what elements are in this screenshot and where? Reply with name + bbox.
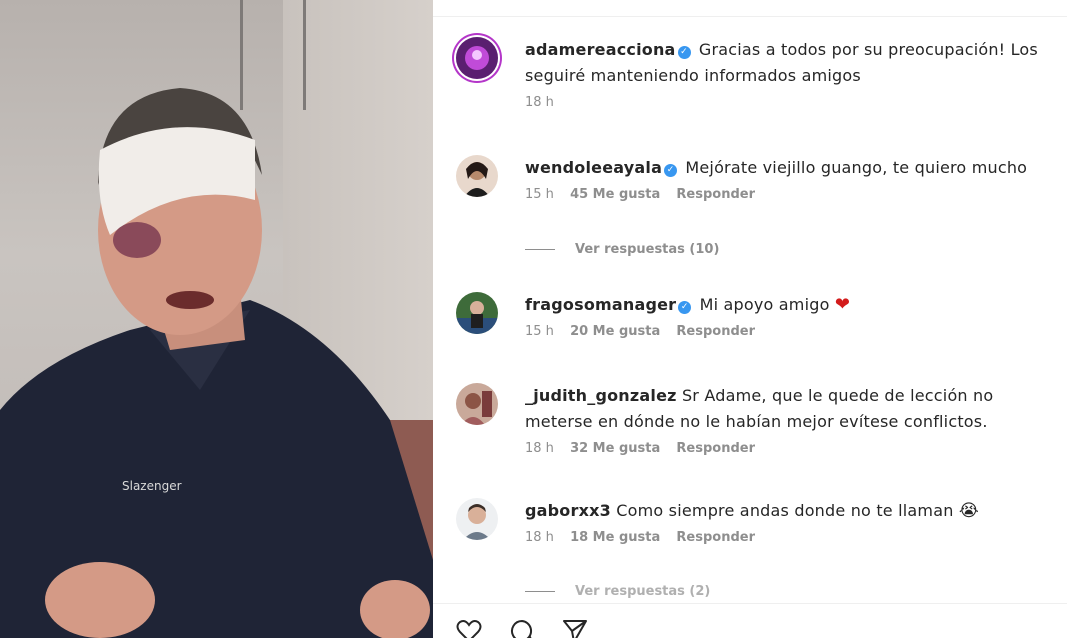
comment-username[interactable]: adamereacciona	[525, 40, 676, 59]
comment-time: 15 h	[525, 187, 554, 202]
share-icon[interactable]	[562, 618, 588, 638]
divider	[433, 603, 1067, 604]
reply-button[interactable]: Responder	[676, 187, 755, 202]
verified-badge-icon: ✓	[677, 46, 691, 59]
view-replies-label: Ver respuestas (10)	[575, 242, 720, 257]
like-count[interactable]: 45 Me gusta	[570, 187, 660, 202]
avatar[interactable]	[456, 292, 498, 334]
post-media[interactable]: Slazenger	[0, 0, 433, 638]
reply-button[interactable]: Responder	[676, 530, 755, 545]
view-replies-label: Ver respuestas (2)	[575, 584, 711, 599]
comment-time: 18 h	[525, 95, 554, 110]
reply-line	[525, 591, 555, 592]
reply-button[interactable]: Responder	[676, 441, 755, 456]
comments-panel: adamereacciona ✓ Gracias a todos por su p…	[433, 0, 1067, 638]
comment-icon[interactable]	[509, 618, 535, 638]
verified-badge-icon: ✓	[678, 301, 692, 314]
avatar[interactable]	[456, 37, 498, 79]
view-replies-button[interactable]: Ver respuestas (10)	[525, 242, 719, 257]
comment-time: 15 h	[525, 324, 554, 339]
like-count[interactable]: 20 Me gusta	[570, 324, 660, 339]
heart-icon[interactable]	[456, 618, 482, 638]
heart-emoji-icon: ❤	[834, 294, 851, 315]
view-replies-button[interactable]: Ver respuestas (2)	[525, 584, 710, 599]
comment-text: Como siempre andas donde no te llaman	[616, 501, 954, 520]
comment-time: 18 h	[525, 530, 554, 545]
person-with-bandage: Slazenger	[0, 88, 433, 638]
comment-text: Mi apoyo amigo	[699, 295, 830, 314]
divider	[433, 16, 1067, 17]
avatar[interactable]	[456, 155, 498, 197]
comment-username[interactable]: gaborxx3	[525, 501, 611, 520]
avatar[interactable]	[456, 498, 498, 540]
comment-username[interactable]: wendoleeayala	[525, 158, 662, 177]
like-count[interactable]: 32 Me gusta	[570, 441, 660, 456]
comment-text: Mejórate viejillo guango, te quiero much…	[685, 158, 1028, 177]
reply-button[interactable]: Responder	[676, 324, 755, 339]
comment-username[interactable]: fragosomanager	[525, 295, 676, 314]
comment-time: 18 h	[525, 441, 554, 456]
verified-badge-icon: ✓	[664, 164, 678, 177]
reply-line	[525, 249, 555, 250]
svg-text:Slazenger: Slazenger	[122, 479, 182, 493]
comment-username[interactable]: _judith_gonzalez	[525, 386, 677, 405]
post-actions	[456, 618, 610, 638]
crying-emoji-icon: 😭	[958, 501, 979, 521]
like-count[interactable]: 18 Me gusta	[570, 530, 660, 545]
avatar[interactable]	[456, 383, 498, 425]
